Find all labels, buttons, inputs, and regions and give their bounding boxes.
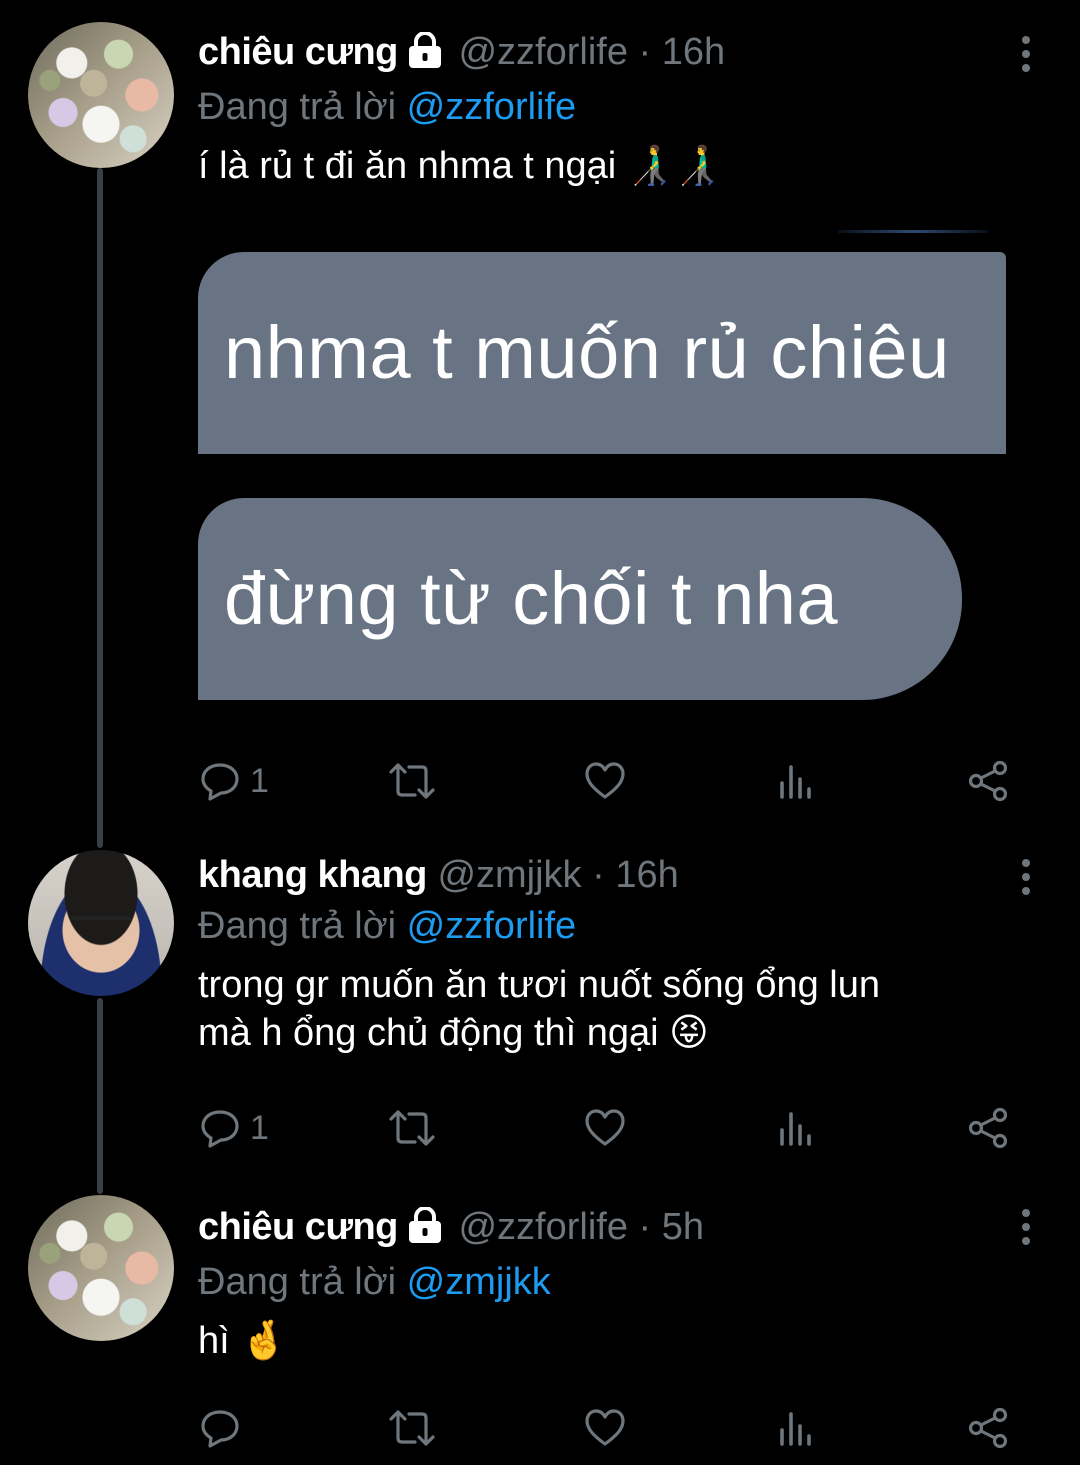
tweet-image[interactable]: nhma t muốn rủ chiêu đừng từ chối t nha xyxy=(198,230,1006,700)
avatar[interactable] xyxy=(28,22,174,168)
tweet-actions: 1 xyxy=(198,1103,1028,1153)
avatar[interactable] xyxy=(28,850,174,996)
tweet-header: khang khang @zmjjkk · 16h xyxy=(198,851,1010,899)
lock-icon xyxy=(408,1206,442,1255)
like-button[interactable] xyxy=(584,1103,626,1153)
more-vertical-icon[interactable] xyxy=(1022,859,1030,901)
user-handle[interactable]: @zzforlife xyxy=(458,1206,628,1248)
reply-count: 1 xyxy=(250,761,269,800)
analytics-button[interactable] xyxy=(778,1403,814,1453)
separator: · xyxy=(638,1206,652,1248)
reply-button[interactable]: 1 xyxy=(200,1103,269,1153)
user-handle[interactable]: @zmjjkk xyxy=(437,854,581,896)
reply-icon xyxy=(201,763,239,801)
analytics-icon xyxy=(780,765,811,799)
more-vertical-icon[interactable] xyxy=(1022,1209,1030,1251)
replying-to-label: Đang trả lời xyxy=(198,86,397,128)
lock-icon xyxy=(408,31,442,80)
tweet-actions xyxy=(198,1403,1028,1453)
timestamp[interactable]: 16h xyxy=(615,854,678,896)
tweet[interactable]: chiêu cưng @zzforlife · 5h Đang trả lời … xyxy=(0,1175,1080,1465)
replying-to-label: Đang trả lời xyxy=(198,1261,397,1303)
chat-bubble: nhma t muốn rủ chiêu xyxy=(198,252,1006,454)
replying-to: Đang trả lời @zzforlife xyxy=(198,901,1010,951)
display-name[interactable]: khang khang xyxy=(198,854,427,896)
analytics-icon xyxy=(780,1412,811,1446)
reply-button[interactable] xyxy=(200,1403,250,1453)
reply-count: 1 xyxy=(250,1108,269,1147)
separator: · xyxy=(638,31,652,73)
analytics-button[interactable] xyxy=(778,1103,814,1153)
tweet-header: chiêu cưng @zzforlife · 16h xyxy=(198,28,1010,80)
mention-link[interactable]: @zmjjkk xyxy=(407,1261,551,1303)
timestamp[interactable]: 5h xyxy=(662,1206,704,1248)
reply-button[interactable]: 1 xyxy=(200,756,269,806)
like-icon xyxy=(585,1409,625,1446)
tweet-text: hì 🤞 xyxy=(198,1320,288,1362)
retweet-icon xyxy=(389,1110,435,1146)
share-button[interactable] xyxy=(968,1403,1010,1453)
share-icon xyxy=(968,1107,1008,1149)
like-icon xyxy=(585,762,625,799)
share-button[interactable] xyxy=(968,1103,1010,1153)
image-edge xyxy=(838,230,988,233)
retweet-button[interactable] xyxy=(388,1103,436,1153)
tweet-text: í là rủ t đi ăn nhma t ngại 👨‍🦯👨‍🦯 xyxy=(198,145,722,187)
chat-bubble: đừng từ chối t nha xyxy=(198,498,962,700)
tweet-header: chiêu cưng @zzforlife · 5h xyxy=(198,1203,1010,1255)
mention-link[interactable]: @zzforlife xyxy=(407,86,577,128)
tweet[interactable]: chiêu cưng @zzforlife · 16h Đang trả lời… xyxy=(0,0,1080,845)
analytics-button[interactable] xyxy=(778,756,814,806)
share-icon xyxy=(968,760,1008,802)
tweet-actions: 1 xyxy=(198,756,1028,806)
chat-bubble-text: đừng từ chối t nha xyxy=(224,557,839,640)
like-button[interactable] xyxy=(584,756,626,806)
display-name[interactable]: chiêu cưng xyxy=(198,1206,398,1248)
retweet-icon xyxy=(389,763,435,799)
like-icon xyxy=(585,1109,625,1146)
tweet-text-line: trong gr muốn ăn tươi nuốt sống ổng lun xyxy=(198,964,881,1006)
tweet-text: trong gr muốn ăn tươi nuốt sống ổng lun … xyxy=(198,961,1010,1057)
more-vertical-icon[interactable] xyxy=(1022,36,1030,78)
timestamp[interactable]: 16h xyxy=(662,31,725,73)
user-handle[interactable]: @zzforlife xyxy=(458,31,628,73)
chat-bubble-text: nhma t muốn rủ chiêu xyxy=(224,311,950,394)
reply-icon xyxy=(201,1110,239,1148)
separator: · xyxy=(592,854,605,896)
retweet-button[interactable] xyxy=(388,1403,436,1453)
share-button[interactable] xyxy=(968,756,1010,806)
display-name[interactable]: chiêu cưng xyxy=(198,31,398,73)
tweet[interactable]: khang khang @zmjjkk · 16h Đang trả lời @… xyxy=(0,845,1080,1175)
retweet-button[interactable] xyxy=(388,756,436,806)
like-button[interactable] xyxy=(584,1403,626,1453)
analytics-icon xyxy=(780,1112,811,1146)
replying-to-label: Đang trả lời xyxy=(198,905,397,947)
replying-to: Đang trả lời @zmjjkk xyxy=(198,1257,1010,1307)
mention-link[interactable]: @zzforlife xyxy=(407,905,577,947)
avatar[interactable] xyxy=(28,1195,174,1341)
reply-icon xyxy=(201,1410,239,1448)
share-icon xyxy=(968,1407,1008,1449)
retweet-icon xyxy=(389,1410,435,1446)
replying-to: Đang trả lời @zzforlife xyxy=(198,82,1010,132)
tweet-text-line: mà h ổng chủ động thì ngại 😝 xyxy=(198,1012,709,1054)
